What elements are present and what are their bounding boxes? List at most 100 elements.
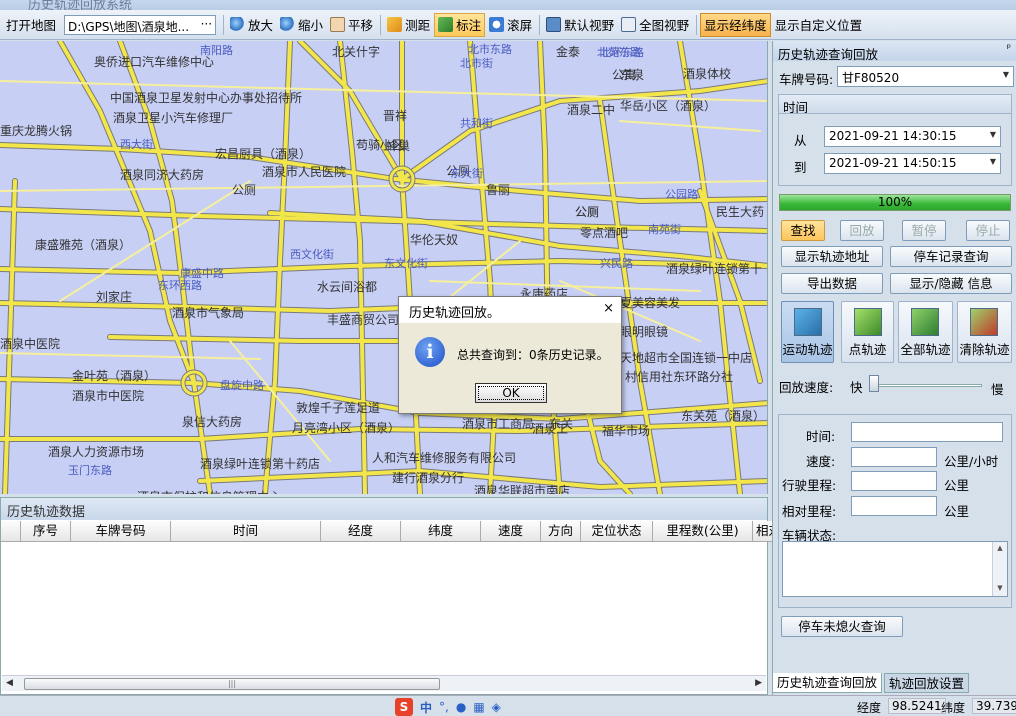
all-track-label: 全部轨迹 <box>900 342 951 357</box>
zoom-in-button[interactable]: 放大 <box>227 13 276 37</box>
export-data-button[interactable]: 导出数据 <box>781 273 883 294</box>
col-fix-status[interactable]: 定位状态 <box>581 521 653 541</box>
map-label: 盘旋中路 <box>220 379 264 392</box>
map-label: 北市东路 <box>468 43 512 56</box>
speed-slider-thumb[interactable] <box>869 375 879 392</box>
full-view-button[interactable]: 全图视野 <box>618 13 692 37</box>
toggle-info-button[interactable]: 显示/隐藏 信息 <box>890 273 1012 294</box>
col-speed[interactable]: 速度 <box>481 521 541 541</box>
show-latlon-button[interactable]: 显示经纬度 <box>700 12 771 37</box>
col-time[interactable]: 时间 <box>171 521 321 541</box>
pause-button[interactable]: 暂停 <box>902 220 946 241</box>
default-view-button[interactable]: 默认视野 <box>543 13 617 37</box>
scroll-right-icon[interactable]: ▶ <box>755 678 762 688</box>
find-button[interactable]: 查找 <box>781 220 825 241</box>
zoom-in-label: 放大 <box>248 18 274 33</box>
mileage-field[interactable] <box>851 471 937 491</box>
punctuation-icon[interactable]: °, <box>439 700 449 714</box>
map-path-text: D:\GPS\地图\酒泉地... <box>68 19 190 34</box>
show-custom-pos-button[interactable]: 显示自定义位置 <box>772 13 866 37</box>
pin-icon[interactable]: ᵖ <box>1007 43 1011 54</box>
progress-text: 100% <box>877 195 913 209</box>
mark-button[interactable]: 标注 <box>434 12 486 37</box>
col-latitude[interactable]: 纬度 <box>401 521 481 541</box>
zoom-out-button[interactable]: 缩小 <box>277 13 326 37</box>
col-plate[interactable]: 车牌号码 <box>71 521 171 541</box>
ok-button[interactable]: OK <box>475 383 547 403</box>
measure-button[interactable]: 测距 <box>384 13 433 37</box>
speed-slider-track[interactable] <box>872 384 982 387</box>
motion-track-button[interactable]: 运动轨迹 <box>781 301 834 363</box>
map-label: 公厕 <box>232 183 257 197</box>
parking-record-button[interactable]: 停车记录查询 <box>890 246 1012 267</box>
info-speed-field[interactable] <box>851 447 937 467</box>
scroll-left-icon[interactable]: ◀ <box>6 678 13 688</box>
tab-history-replay[interactable]: 历史轨迹查询回放 <box>772 673 883 693</box>
vehicle-status-textarea[interactable]: ▲ ▼ <box>782 541 1008 597</box>
open-map-button[interactable]: 打开地图 <box>3 13 59 37</box>
all-track-button[interactable]: 全部轨迹 <box>898 301 953 363</box>
map-label: 酒泉绿叶连锁第十 <box>666 262 763 276</box>
all-track-icon <box>911 308 939 336</box>
toolbox-icon[interactable]: ◈ <box>492 700 501 714</box>
close-icon[interactable]: × <box>603 301 614 316</box>
map-label: 酒泉人力资源市场 <box>48 445 145 459</box>
map-label: 零点酒吧 <box>580 226 629 240</box>
to-datetime[interactable]: 2021-09-21 14:50:15 ▼ <box>824 153 1001 174</box>
map-label: 酒泉中医院 <box>0 337 61 351</box>
col-direction[interactable]: 方向 <box>541 521 581 541</box>
ime-toolbar[interactable]: S 中 °, ● ▦ ◈ <box>395 698 501 716</box>
speed-fast-label: 快 <box>850 380 863 395</box>
chevron-down-icon[interactable]: ▼ <box>1003 70 1009 79</box>
microphone-icon[interactable]: ● <box>456 700 466 714</box>
map-view[interactable]: 奥侨进口汽车维修中心 中国酒泉卫星发射中心办事处招待所 酒泉卫星小汽车修理厂 重庆龙腾… <box>0 41 768 494</box>
toolbar-separator <box>696 14 698 35</box>
tab-replay-settings[interactable]: 轨迹回放设置 <box>884 673 970 693</box>
window-titlebar: 历史轨迹回放系统 <box>0 0 1016 10</box>
map-label: 东关苑（酒泉） <box>681 409 766 423</box>
scroll-thumb[interactable]: ||| <box>24 678 440 690</box>
col-seq[interactable]: 序号 <box>21 521 71 541</box>
grid-title: 历史轨迹数据 <box>1 498 767 520</box>
stop-button[interactable]: 停止 <box>966 220 1010 241</box>
rel-mileage-field[interactable] <box>851 496 937 516</box>
plate-combo[interactable]: 甘F80520 ▼ <box>837 66 1014 87</box>
ime-chinese-mode[interactable]: 中 <box>420 699 432 716</box>
info-speed-label: 速度: <box>806 454 836 469</box>
show-track-address-button[interactable]: 显示轨迹地址 <box>781 246 883 267</box>
monitor-icon <box>546 17 562 32</box>
from-datetime[interactable]: 2021-09-21 14:30:15 ▼ <box>824 126 1001 147</box>
replay-button[interactable]: 回放 <box>840 220 884 241</box>
plate-label: 车牌号码: <box>779 72 834 87</box>
chevron-down-icon[interactable]: ▼ <box>990 157 996 166</box>
hand-icon <box>330 17 346 32</box>
refresh-icon <box>489 17 505 32</box>
map-label: 酒泉同济大药房 <box>120 168 205 182</box>
full-view-label: 全图视野 <box>639 18 690 33</box>
map-label: 中国酒泉卫星发射中心办事处招待所 <box>110 91 303 105</box>
row-indicator-header <box>1 521 21 541</box>
magnifier-plus-icon <box>230 17 246 32</box>
toolbar-separator <box>539 14 541 35</box>
map-path-field[interactable]: D:\GPS\地图\酒泉地... ··· <box>64 14 217 35</box>
scroll-screen-button[interactable]: 滚屏 <box>486 13 535 37</box>
pan-button[interactable]: 平移 <box>327 13 376 37</box>
chevron-down-icon[interactable]: ▼ <box>990 130 996 139</box>
info-time-field[interactable] <box>851 422 1003 442</box>
keyboard-icon[interactable]: ▦ <box>473 700 484 714</box>
grid-hscrollbar[interactable]: ◀ ||| ▶ <box>2 675 766 691</box>
map-label: 酒泉华联超市南店 <box>474 484 571 494</box>
panel-title-text: 历史轨迹查询回放 <box>778 47 879 62</box>
unflameout-query-button[interactable]: 停车未熄火查询 <box>781 616 903 637</box>
map-label: 北市街 <box>460 57 493 70</box>
col-longitude[interactable]: 经度 <box>321 521 401 541</box>
col-mileage[interactable]: 里程数(公里) <box>653 521 753 541</box>
longitude-label: 经度 <box>857 701 882 715</box>
map-label: 晋祥 <box>383 109 408 123</box>
point-track-button[interactable]: 点轨迹 <box>841 301 894 363</box>
browse-dots-button[interactable]: ··· <box>201 17 212 31</box>
sogou-logo-icon[interactable]: S <box>395 698 413 716</box>
to-value: 2021-09-21 14:50:15 <box>829 156 957 170</box>
status-scrollbar[interactable]: ▲ ▼ <box>992 542 1007 596</box>
clear-track-button[interactable]: 清除轨迹 <box>957 301 1012 363</box>
